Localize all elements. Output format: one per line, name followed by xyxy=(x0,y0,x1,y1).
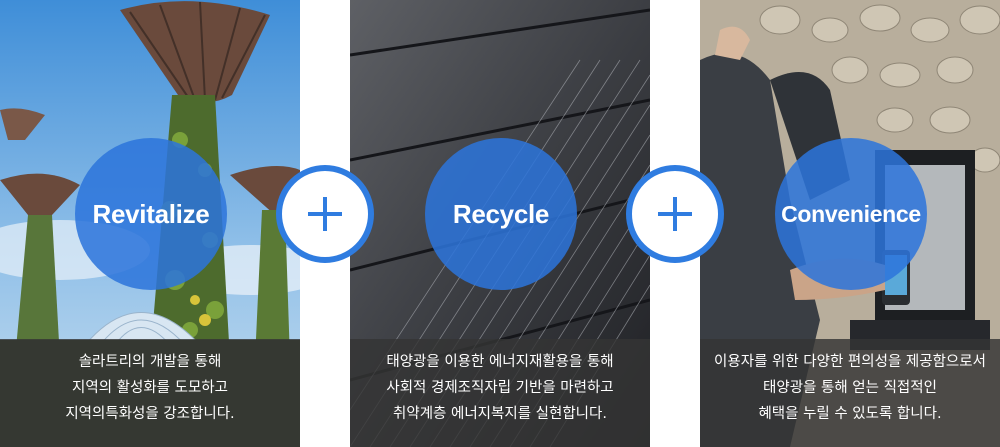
recycle-caption: 태양광을 이용한 에너지재활용을 통해 사회적 경제조직자립 기반을 마련하고 … xyxy=(350,339,650,447)
caption-line: 혜택을 누릴 수 있도록 합니다. xyxy=(758,406,942,422)
plus-connector xyxy=(276,165,374,263)
caption-line: 지역의 활성화를 도모하고 xyxy=(72,380,228,396)
revitalize-card: Revitalize 솔라트리의 개발을 통해 지역의 활성화를 도모하고 지역… xyxy=(0,0,300,447)
caption-line: 태양광을 이용한 에너지재활용을 통해 xyxy=(386,354,614,370)
revitalize-caption: 솔라트리의 개발을 통해 지역의 활성화를 도모하고 지역의특화성을 강조합니다… xyxy=(0,339,300,447)
convenience-card: Convenience 이용자를 위한 다양한 편의성을 제공함으로서 태양광을… xyxy=(700,0,1000,447)
caption-line: 솔라트리의 개발을 통해 xyxy=(78,354,222,370)
caption-line: 취약계층 에너지복지를 실현합니다. xyxy=(393,406,607,422)
caption-line: 사회적 경제조직자립 기반을 마련하고 xyxy=(386,380,614,396)
convenience-circle: Convenience xyxy=(775,138,927,290)
recycle-circle: Recycle xyxy=(425,138,577,290)
convenience-caption: 이용자를 위한 다양한 편의성을 제공함으로서 태양광을 통해 얻는 직접적인 … xyxy=(700,339,1000,447)
caption-line: 태양광을 통해 얻는 직접적인 xyxy=(763,380,937,396)
convenience-label: Convenience xyxy=(781,200,921,227)
recycle-label: Recycle xyxy=(452,198,550,229)
recycle-card: Recycle 태양광을 이용한 에너지재활용을 통해 사회적 경제조직자립 기… xyxy=(350,0,650,447)
revitalize-label: Revitalize xyxy=(92,198,210,229)
caption-line: 지역의특화성을 강조합니다. xyxy=(65,406,235,422)
plus-icon xyxy=(658,197,692,231)
plus-connector xyxy=(626,165,724,263)
plus-icon xyxy=(308,197,342,231)
revitalize-circle: Revitalize xyxy=(75,138,227,290)
caption-line: 이용자를 위한 다양한 편의성을 제공함으로서 xyxy=(714,354,986,370)
